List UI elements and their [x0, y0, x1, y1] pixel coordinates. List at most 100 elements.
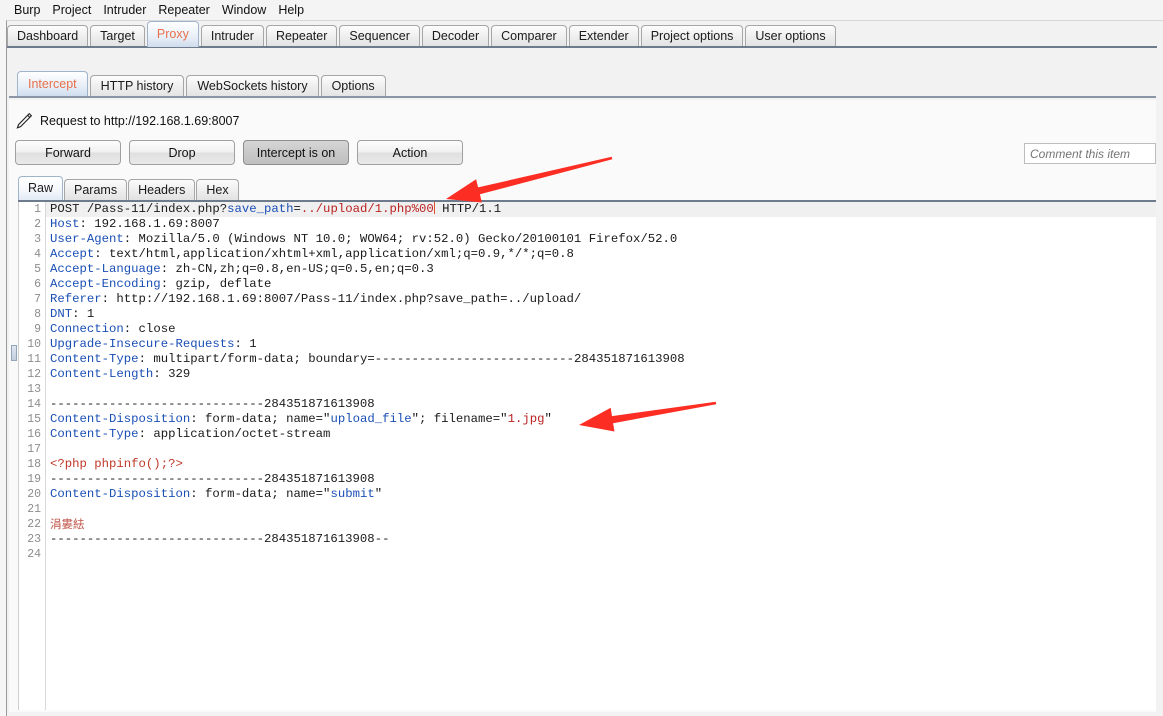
code-line[interactable]: Accept: text/html,application/xhtml+xml,… — [46, 247, 1156, 262]
code-segment: Content-Length — [50, 367, 154, 381]
line-number: 3 — [34, 233, 41, 246]
tab-target[interactable]: Target — [90, 25, 145, 47]
panel-splitter-handle[interactable] — [11, 345, 17, 361]
code-line[interactable]: Content-Length: 329 — [46, 367, 1156, 382]
code-segment: -----------------------------28435187161… — [50, 397, 375, 411]
tab-user-options[interactable]: User options — [745, 25, 836, 47]
line-number: 14 — [27, 398, 41, 411]
code-line[interactable]: Content-Disposition: form-data; name="up… — [46, 412, 1156, 427]
tab-sequencer[interactable]: Sequencer — [339, 25, 420, 47]
tab-intruder[interactable]: Intruder — [200, 25, 264, 47]
code-line[interactable] — [46, 547, 1156, 562]
request-code-area[interactable]: POST /Pass-11/index.php?save_path=../upl… — [46, 202, 1156, 710]
code-segment: Accept-Encoding — [50, 277, 161, 291]
comment-input[interactable] — [1025, 144, 1155, 163]
tab-hex[interactable]: Hex — [196, 179, 239, 200]
intercept-panel: Request to http://192.168.1.69:8007 Forw… — [9, 100, 1156, 712]
menu-item-window[interactable]: Window — [216, 2, 272, 18]
code-line[interactable]: DNT: 1 — [46, 307, 1156, 322]
tab-websockets-history[interactable]: WebSockets history — [186, 75, 319, 97]
tab-proxy[interactable]: Proxy — [146, 21, 199, 47]
code-segment: Upgrade-Insecure-Requests — [50, 337, 235, 351]
menu-item-intruder[interactable]: Intruder — [97, 2, 152, 18]
code-line[interactable]: -----------------------------28435187161… — [46, 397, 1156, 412]
proxy-tab-underline — [9, 96, 1156, 98]
menu-item-burp[interactable]: Burp — [8, 2, 46, 18]
line-number: 1 — [34, 203, 41, 216]
request-header-line: Request to http://192.168.1.69:8007 — [14, 110, 239, 132]
code-segment: 涓婁紶 — [50, 517, 85, 531]
code-line[interactable]: -----------------------------28435187161… — [46, 532, 1156, 547]
line-number: 16 — [27, 428, 41, 441]
menu-item-help[interactable]: Help — [272, 2, 310, 18]
main-tab-strip: Dashboard Target Proxy Intruder Repeater Sequ… — [7, 20, 838, 47]
intercept-is-on-button[interactable]: Intercept is on — [243, 140, 349, 165]
tab-repeater[interactable]: Repeater — [265, 25, 338, 47]
tab-comparer[interactable]: Comparer — [491, 25, 567, 47]
action-button[interactable]: Action — [357, 140, 463, 165]
code-segment: Content-Disposition — [50, 487, 191, 501]
code-line[interactable]: Accept-Encoding: gzip, deflate — [46, 277, 1156, 292]
code-segment: Content-Disposition — [50, 412, 191, 426]
code-segment: : Mozilla/5.0 (Windows NT 10.0; WOW64; r… — [123, 232, 678, 246]
code-line[interactable] — [46, 502, 1156, 517]
code-segment: : gzip, deflate — [160, 277, 272, 291]
line-number: 10 — [27, 338, 41, 351]
code-segment: : close — [123, 322, 176, 336]
code-line[interactable]: Upgrade-Insecure-Requests: 1 — [46, 337, 1156, 352]
line-number: 5 — [34, 263, 41, 276]
tab-intercept[interactable]: Intercept — [17, 71, 88, 97]
code-segment: Host — [50, 217, 80, 231]
code-segment: ../upload/1.php%00 — [300, 202, 434, 216]
code-line[interactable]: Accept-Language: zh-CN,zh;q=0.8,en-US;q=… — [46, 262, 1156, 277]
intercept-button-row: Forward Drop Intercept is on Action — [15, 140, 471, 165]
tab-dashboard[interactable]: Dashboard — [7, 25, 89, 47]
code-line[interactable]: Content-Disposition: form-data; name="su… — [46, 487, 1156, 502]
tab-http-history[interactable]: HTTP history — [89, 75, 185, 97]
menu-item-repeater[interactable]: Repeater — [152, 2, 215, 18]
code-segment: : zh-CN,zh;q=0.8,en-US;q=0.5,en;q=0.3 — [160, 262, 434, 276]
tab-headers[interactable]: Headers — [128, 179, 196, 200]
code-segment: Accept — [50, 247, 95, 261]
tab-decoder[interactable]: Decoder — [421, 25, 490, 47]
code-line[interactable] — [46, 382, 1156, 397]
line-number: 13 — [27, 383, 41, 396]
tab-raw[interactable]: Raw — [18, 176, 64, 200]
tab-options[interactable]: Options — [320, 75, 386, 97]
code-line[interactable]: -----------------------------28435187161… — [46, 472, 1156, 487]
menu-item-project[interactable]: Project — [46, 2, 97, 18]
code-line[interactable]: Connection: close — [46, 322, 1156, 337]
code-segment: : form-data; name=" — [190, 487, 331, 501]
raw-request-editor[interactable]: 1 2 3 4 5 6 7 8 9 10 11 12 13 14 15 16 17 18 19 20 21 22 23 24 … — [18, 202, 1156, 710]
code-line[interactable]: Content-Type: multipart/form-data; bound… — [46, 352, 1156, 367]
drop-button[interactable]: Drop — [129, 140, 235, 165]
pencil-icon — [14, 111, 34, 131]
line-number-gutter: 1 2 3 4 5 6 7 8 9 10 11 12 13 14 15 16 17 18 19 20 21 22 23 24 — [19, 202, 46, 710]
line-number: 7 — [34, 293, 41, 306]
tab-project-options[interactable]: Project options — [640, 25, 744, 47]
code-segment: submit — [330, 487, 375, 501]
burp-suite-window: Burp Project Intruder Repeater Window Help Da… — [0, 0, 1163, 716]
code-line[interactable]: Content-Type: application/octet-stream — [46, 427, 1156, 442]
forward-button[interactable]: Forward — [15, 140, 121, 165]
line-number: 20 — [27, 488, 41, 501]
code-line[interactable]: <?php phpinfo();?> — [46, 457, 1156, 472]
code-line[interactable]: POST /Pass-11/index.php?save_path=../upl… — [46, 202, 1156, 217]
code-line[interactable]: Referer: http://192.168.1.69:8007/Pass-1… — [46, 292, 1156, 307]
code-line[interactable]: Host: 192.168.1.69:8007 — [46, 217, 1156, 232]
tab-params[interactable]: Params — [64, 179, 128, 200]
code-segment: Content-Type — [50, 427, 139, 441]
line-number: 9 — [34, 323, 41, 336]
line-number: 12 — [27, 368, 41, 381]
line-number: 11 — [27, 353, 41, 366]
code-segment: Referer — [50, 292, 102, 306]
code-segment: Accept-Language — [50, 262, 161, 276]
code-line[interactable]: 涓婁紶 — [46, 517, 1156, 532]
code-segment: DNT — [50, 307, 73, 321]
code-line[interactable] — [46, 442, 1156, 457]
code-segment: -----------------------------28435187161… — [50, 472, 375, 486]
code-segment: " — [544, 412, 552, 426]
code-line[interactable]: User-Agent: Mozilla/5.0 (Windows NT 10.0… — [46, 232, 1156, 247]
tab-extender[interactable]: Extender — [568, 25, 639, 47]
comment-field-wrapper[interactable] — [1024, 143, 1156, 164]
